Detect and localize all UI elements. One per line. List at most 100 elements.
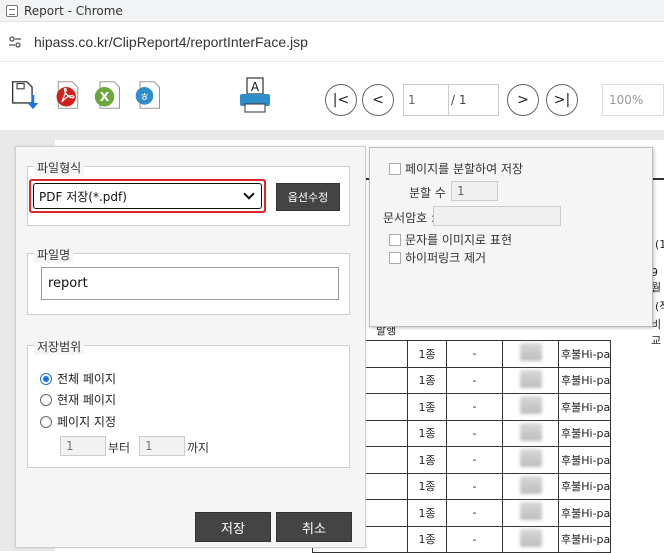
report-cell-redacted bbox=[502, 446, 559, 474]
report-cell-name: 후불Hi-pa bbox=[557, 419, 612, 447]
range-from-input[interactable]: 1 bbox=[60, 436, 106, 456]
split-pages-checkbox[interactable] bbox=[389, 162, 401, 175]
window-title-bar: Report - Chrome bbox=[0, 0, 664, 22]
next-page-icon: > bbox=[517, 92, 529, 108]
svg-text:X: X bbox=[100, 90, 110, 104]
report-cell-name: 후불Hi-pa bbox=[557, 366, 612, 394]
range-from-suffix: 부터 bbox=[108, 441, 131, 455]
report-cell-redacted bbox=[502, 525, 559, 553]
text-as-image-label: 문자를 이미지로 표현 bbox=[405, 233, 512, 247]
split-count-input[interactable]: 1 bbox=[451, 181, 498, 201]
redacted-block bbox=[519, 475, 542, 494]
text-as-image-checkbox[interactable] bbox=[389, 233, 401, 246]
save-button[interactable]: 저장 bbox=[195, 512, 271, 542]
split-count-label: 분할 수 : bbox=[409, 186, 454, 200]
report-cell-dash: - bbox=[446, 446, 503, 474]
print-icon[interactable]: A bbox=[237, 74, 273, 118]
site-info-icon[interactable] bbox=[6, 33, 24, 51]
file-format-selected: PDF 저장(*.pdf) bbox=[39, 189, 127, 204]
redacted-block bbox=[519, 396, 542, 415]
prev-page-icon: < bbox=[372, 92, 384, 108]
range-current-page-label: 현재 페이지 bbox=[57, 393, 117, 407]
redacted-block bbox=[519, 528, 542, 547]
range-specific-pages-label: 페이지 지정 bbox=[57, 415, 117, 429]
report-cell-redacted bbox=[502, 499, 559, 527]
report-cell-redacted bbox=[502, 393, 559, 421]
report-cell-name: 후불Hi-pa bbox=[557, 499, 612, 527]
report-cell-dash: - bbox=[446, 525, 503, 553]
window-title: Report - Chrome bbox=[24, 3, 123, 18]
last-page-icon: >| bbox=[553, 92, 571, 108]
range-current-page[interactable]: 현재 페이지 bbox=[40, 391, 116, 408]
report-header-fragment: (적 bbox=[655, 300, 664, 313]
redacted-block bbox=[519, 422, 542, 441]
report-cell-dash: - bbox=[446, 472, 503, 500]
report-cell-name: 후불Hi-pa bbox=[557, 393, 612, 421]
first-page-icon: |< bbox=[332, 92, 350, 108]
cancel-button[interactable]: 취소 bbox=[276, 512, 352, 542]
range-all-pages-label: 전체 페이지 bbox=[57, 372, 117, 386]
hwp-export-icon[interactable]: ㅎ bbox=[133, 78, 163, 112]
print-icon-letter: A bbox=[251, 80, 260, 94]
range-all-pages[interactable]: 전체 페이지 bbox=[40, 370, 116, 387]
report-cell-redacted bbox=[502, 419, 559, 447]
radio-current-page[interactable] bbox=[40, 393, 52, 406]
file-format-select[interactable]: PDF 저장(*.pdf) bbox=[29, 179, 266, 213]
report-cell-qty: 1종 bbox=[407, 393, 447, 421]
report-header-fragment: (1 bbox=[655, 238, 664, 251]
url-text[interactable]: hipass.co.kr/ClipReport4/reportInterFace… bbox=[34, 34, 308, 50]
report-cell-name: 후불Hi-pa bbox=[557, 525, 612, 553]
page-total: / 1 bbox=[449, 84, 499, 116]
prev-page-button[interactable]: < bbox=[362, 84, 394, 116]
remove-hyperlink-option[interactable]: 하이퍼링크 제거 bbox=[389, 249, 486, 266]
report-cell-qty: 1종 bbox=[407, 472, 447, 500]
chevron-down-icon bbox=[243, 188, 255, 200]
report-cell-dash: - bbox=[446, 499, 503, 527]
excel-export-icon[interactable]: X bbox=[93, 78, 123, 112]
next-page-button[interactable]: > bbox=[507, 84, 539, 116]
redacted-block bbox=[519, 343, 542, 362]
report-cell-dash: - bbox=[446, 393, 503, 421]
filename-label: 파일명 bbox=[34, 246, 74, 263]
svg-text:ㅎ: ㅎ bbox=[140, 91, 150, 103]
option-edit-button[interactable]: 옵션수정 bbox=[276, 183, 340, 211]
first-page-button[interactable]: |< bbox=[325, 84, 357, 116]
report-cell-name: 후불Hi-pa bbox=[557, 472, 612, 500]
save-export-icon[interactable] bbox=[10, 78, 40, 112]
filename-input[interactable]: report bbox=[41, 267, 339, 300]
report-cell-name: 후불Hi-pa bbox=[557, 340, 612, 368]
redacted-block bbox=[519, 369, 542, 388]
report-cell-dash: - bbox=[446, 366, 503, 394]
redacted-block bbox=[519, 449, 542, 468]
pdf-export-icon[interactable] bbox=[53, 78, 83, 112]
remove-hyperlink-checkbox[interactable] bbox=[389, 251, 401, 264]
address-bar[interactable]: hipass.co.kr/ClipReport4/reportInterFace… bbox=[0, 22, 664, 62]
split-pages-label: 페이지를 분할하여 저장 bbox=[405, 162, 524, 176]
last-page-button[interactable]: >| bbox=[546, 84, 578, 116]
report-cell-qty: 1종 bbox=[407, 499, 447, 527]
save-range-label: 저장범위 bbox=[34, 338, 85, 355]
report-cell-qty: 1종 bbox=[407, 366, 447, 394]
password-label: 문서암호 : bbox=[383, 211, 436, 225]
report-cell-name: 후불Hi-pa bbox=[557, 446, 612, 474]
radio-specific-pages[interactable] bbox=[40, 415, 52, 428]
zoom-select[interactable]: 100% bbox=[602, 84, 664, 116]
report-cell-dash: - bbox=[446, 340, 503, 368]
split-pages-option[interactable]: 페이지를 분할하여 저장 bbox=[389, 160, 523, 177]
remove-hyperlink-label: 하이퍼링크 제거 bbox=[405, 251, 487, 265]
page-number-input[interactable]: 1 bbox=[403, 84, 449, 116]
range-specific-pages[interactable]: 페이지 지정 bbox=[40, 413, 116, 430]
range-to-input[interactable]: 1 bbox=[139, 436, 185, 456]
redacted-block bbox=[519, 502, 542, 521]
report-cell-qty: 1종 bbox=[407, 446, 447, 474]
report-cell-qty: 1종 bbox=[407, 340, 447, 368]
range-to-suffix: 까지 bbox=[187, 441, 210, 455]
radio-all-pages[interactable] bbox=[40, 372, 52, 385]
report-cell-qty: 1종 bbox=[407, 419, 447, 447]
report-toolbar: X ㅎ A |< < 1 / 1 > >| 100% bbox=[0, 62, 664, 130]
password-input[interactable] bbox=[433, 206, 561, 226]
report-cell-redacted bbox=[502, 340, 559, 368]
text-as-image-option[interactable]: 문자를 이미지로 표현 bbox=[389, 231, 512, 248]
report-cell-redacted bbox=[502, 472, 559, 500]
report-cell-qty: 1종 bbox=[407, 525, 447, 553]
